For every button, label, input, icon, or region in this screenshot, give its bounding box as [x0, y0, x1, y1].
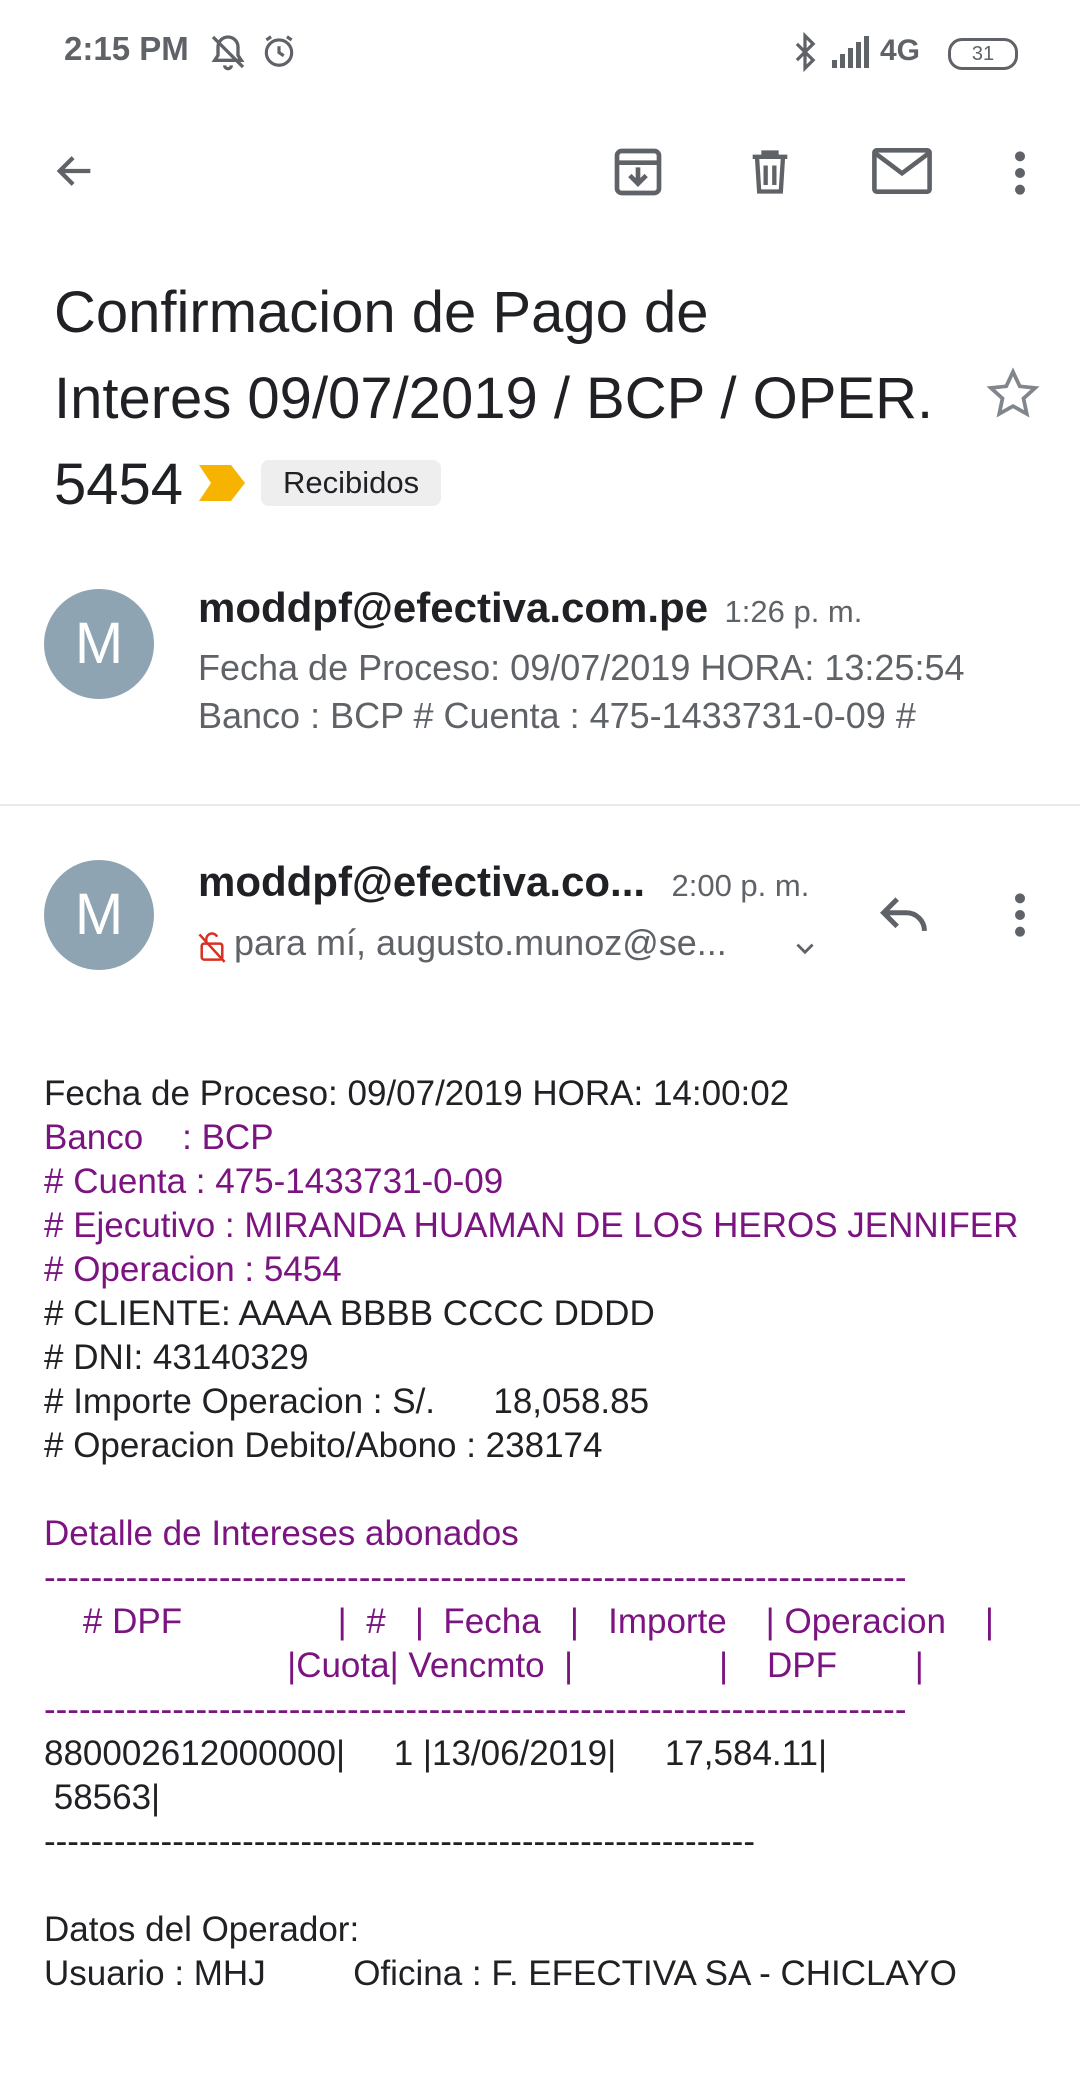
body-line: [44, 1864, 1018, 1908]
more-vert-icon[interactable]: [1000, 148, 1040, 198]
sender-name: moddpf@efectiva.com.pe: [198, 584, 709, 631]
body-line: 880002612000000| 1 |13/06/2019| 17,584.1…: [44, 1734, 828, 1773]
body-line: |Cuota| Vencmto | | DPF |: [44, 1646, 924, 1685]
chevron-down-icon[interactable]: [790, 936, 820, 962]
body-line: Banco : BCP: [44, 1118, 274, 1157]
body-line: # DNI: 43140329: [44, 1338, 309, 1377]
recipients-row[interactable]: para mí, augusto.munoz@se...: [198, 922, 727, 967]
body-line: # Ejecutivo : MIRANDA HUAMAN DE LOS HERO…: [44, 1206, 1019, 1245]
alarm-icon: [264, 35, 294, 67]
star-icon[interactable]: [984, 366, 1042, 422]
label-chip-inbox[interactable]: Recibidos: [261, 459, 442, 506]
body-line: # Cuenta : 475-1433731-0-09: [44, 1162, 504, 1201]
subject-line-1: Confirmacion de Pago de: [54, 280, 709, 345]
signal-icon: [832, 36, 869, 68]
sender-name: moddpf@efectiva.co...: [198, 858, 646, 905]
body-line: # DPF | # | Fecha | Importe | Operacion …: [44, 1602, 994, 1641]
message-header: moddpf@efectiva.co... 2:00 p. m.: [198, 858, 809, 906]
email-subject: Confirmacion de Pago de Interes 09/07/20…: [54, 270, 994, 528]
body-line: # Importe Operacion : S/. 18,058.85: [44, 1382, 650, 1421]
mute-notifications-icon: [211, 35, 245, 71]
avatar: M: [44, 589, 154, 699]
archive-icon[interactable]: [610, 144, 666, 200]
body-line: # CLIENTE: AAAA BBBB CCCC DDDD: [44, 1294, 655, 1333]
message-snippet-line-2: Banco : BCP # Cuenta : 475-1433731-0-09 …: [198, 695, 916, 736]
message-time: 2:00 p. m.: [671, 868, 810, 903]
body-line: ----------------------------------------…: [44, 1822, 755, 1861]
importance-marker-icon[interactable]: [197, 463, 247, 503]
body-line: # Operacion : 5454: [44, 1250, 342, 1289]
message-header: moddpf@efectiva.com.pe 1:26 p. m.: [198, 584, 862, 632]
body-line: # Operacion Debito/Abono : 238174: [44, 1426, 603, 1465]
bluetooth-icon: [795, 32, 816, 72]
status-bar: 2:15 PM 4G 31: [0, 0, 1080, 100]
body-line: [44, 1468, 1018, 1512]
avatar: M: [44, 860, 154, 970]
message-time: 1:26 p. m.: [724, 594, 863, 629]
network-type: 4G: [880, 34, 921, 67]
battery-indicator: 31: [948, 38, 1018, 70]
message-more-icon[interactable]: [1000, 890, 1040, 940]
recipients-text: para mí, augusto.munoz@se...: [234, 922, 727, 963]
message-collapsed[interactable]: M moddpf@efectiva.com.pe 1:26 p. m. Fech…: [0, 560, 1080, 780]
trash-icon[interactable]: [744, 144, 796, 200]
reply-icon[interactable]: [876, 890, 932, 940]
status-time: 2:15 PM: [64, 30, 189, 67]
body-line: Detalle de Intereses abonados: [44, 1514, 519, 1553]
back-arrow-icon[interactable]: [48, 148, 102, 194]
subject-line-3-row: 5454 Recibidos: [54, 442, 994, 528]
body-line: Datos del Operador:: [44, 1910, 360, 1949]
message-body: Fecha de Proceso: 09/07/2019 HORA: 14:00…: [44, 1072, 1018, 1996]
subject-line-3: 5454: [54, 452, 184, 517]
body-line: Usuario : MHJ Oficina : F. EFECTIVA SA -…: [44, 1954, 957, 1993]
body-line: 58563|: [44, 1778, 161, 1817]
body-line: Fecha de Proceso: 09/07/2019 HORA: 14:00…: [44, 1074, 790, 1113]
message-snippet-line-1: Fecha de Proceso: 09/07/2019 HORA: 13:25…: [198, 647, 965, 688]
subject-line-2: Interes 09/07/2019 / BCP / OPER.: [54, 366, 934, 431]
body-line: ----------------------------------------…: [44, 1690, 907, 1729]
mail-icon[interactable]: [872, 148, 932, 194]
body-line: ----------------------------------------…: [44, 1558, 907, 1597]
message-divider: [0, 804, 1080, 806]
unencrypted-lock-icon: [198, 932, 226, 963]
